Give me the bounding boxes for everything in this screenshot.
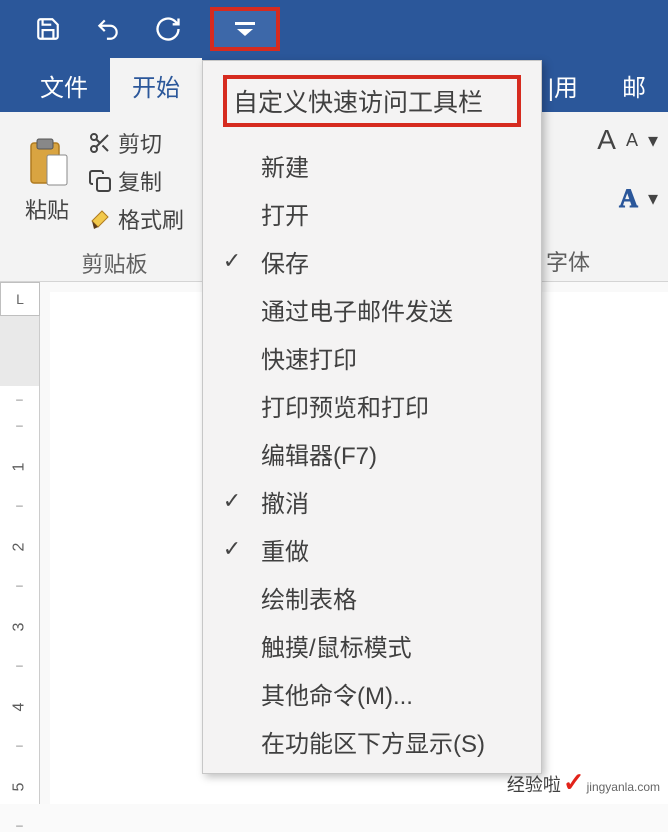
menu-title: 自定义快速访问工具栏 xyxy=(223,75,521,127)
paste-button[interactable]: 粘贴 xyxy=(8,118,86,243)
save-button[interactable] xyxy=(30,11,66,47)
text-effects-icon[interactable]: A xyxy=(619,184,638,214)
menu-item[interactable]: ✓撤消 xyxy=(203,477,541,525)
menu-item-label: 打开 xyxy=(261,196,525,231)
caret-down-icon[interactable]: ▾ xyxy=(648,186,658,211)
check-icon: ✓ xyxy=(203,536,261,562)
format-painter-label: 格式刷 xyxy=(118,203,184,235)
quick-access-toolbar xyxy=(0,0,668,58)
undo-button[interactable] xyxy=(90,11,126,47)
vertical-ruler[interactable]: – – 1 – 2 – 3 – 4 – 5 – xyxy=(0,316,40,804)
qat-customize-dropdown[interactable] xyxy=(210,7,280,51)
menu-item-label: 撤消 xyxy=(261,484,525,519)
menu-item[interactable]: 在功能区下方显示(S) xyxy=(203,717,541,765)
copy-label: 复制 xyxy=(118,165,162,197)
menu-item[interactable]: 打印预览和打印 xyxy=(203,381,541,429)
menu-item[interactable]: 快速打印 xyxy=(203,333,541,381)
check-icon: ✓ xyxy=(203,248,261,274)
menu-item-label: 打印预览和打印 xyxy=(261,388,525,423)
check-icon: ✓ xyxy=(563,767,585,798)
ruler-corner[interactable]: L xyxy=(0,282,40,316)
increase-font-icon[interactable]: A xyxy=(597,124,616,156)
watermark-url: jingyanla.com xyxy=(587,780,660,794)
paintbrush-icon xyxy=(88,207,112,231)
menu-item[interactable]: 触摸/鼠标模式 xyxy=(203,621,541,669)
clipboard-icon xyxy=(25,137,69,189)
menu-item-label: 通过电子邮件发送 xyxy=(261,292,525,327)
qat-customize-menu: 自定义快速访问工具栏 新建打开✓保存通过电子邮件发送快速打印打印预览和打印编辑器… xyxy=(202,60,542,774)
menu-item[interactable]: 编辑器(F7) xyxy=(203,429,541,477)
menu-item-label: 绘制表格 xyxy=(261,580,525,615)
menu-item-label: 新建 xyxy=(261,148,525,183)
redo-button[interactable] xyxy=(150,11,186,47)
check-icon: ✓ xyxy=(203,488,261,514)
menu-item[interactable]: 打开 xyxy=(203,189,541,237)
watermark-text: 经验啦 xyxy=(507,771,561,797)
menu-item[interactable]: 新建 xyxy=(203,141,541,189)
menu-item[interactable]: ✓重做 xyxy=(203,525,541,573)
clipboard-group-label: 剪贴板 xyxy=(8,243,221,279)
menu-item-label: 快速打印 xyxy=(261,340,525,375)
menu-item-label: 重做 xyxy=(261,532,525,567)
copy-button[interactable]: 复制 xyxy=(88,165,184,197)
menu-item[interactable]: 绘制表格 xyxy=(203,573,541,621)
menu-item-label: 触摸/鼠标模式 xyxy=(261,628,525,663)
decrease-font-icon[interactable]: A xyxy=(626,130,638,151)
menu-item[interactable]: 其他命令(M)... xyxy=(203,669,541,717)
format-painter-button[interactable]: 格式刷 xyxy=(88,203,184,235)
menu-item-label: 其他命令(M)... xyxy=(261,676,525,711)
tab-mailings-partial[interactable]: 邮 xyxy=(600,58,668,112)
cut-button[interactable]: 剪切 xyxy=(88,127,184,159)
paste-label: 粘贴 xyxy=(25,193,69,225)
tab-home[interactable]: 开始 xyxy=(110,58,202,112)
menu-item-label: 保存 xyxy=(261,244,525,279)
menu-item[interactable]: 通过电子邮件发送 xyxy=(203,285,541,333)
menu-item-label: 编辑器(F7) xyxy=(261,436,525,471)
clipboard-group: 粘贴 剪切 复制 格式刷 剪贴板 xyxy=(0,112,230,281)
caret-down-icon[interactable]: ▾ xyxy=(648,128,658,153)
menu-item-label: 在功能区下方显示(S) xyxy=(261,724,525,759)
menu-item[interactable]: ✓保存 xyxy=(203,237,541,285)
cut-label: 剪切 xyxy=(118,127,162,159)
scissors-icon xyxy=(88,131,112,155)
tab-file[interactable]: 文件 xyxy=(18,58,110,112)
copy-icon xyxy=(88,169,112,193)
